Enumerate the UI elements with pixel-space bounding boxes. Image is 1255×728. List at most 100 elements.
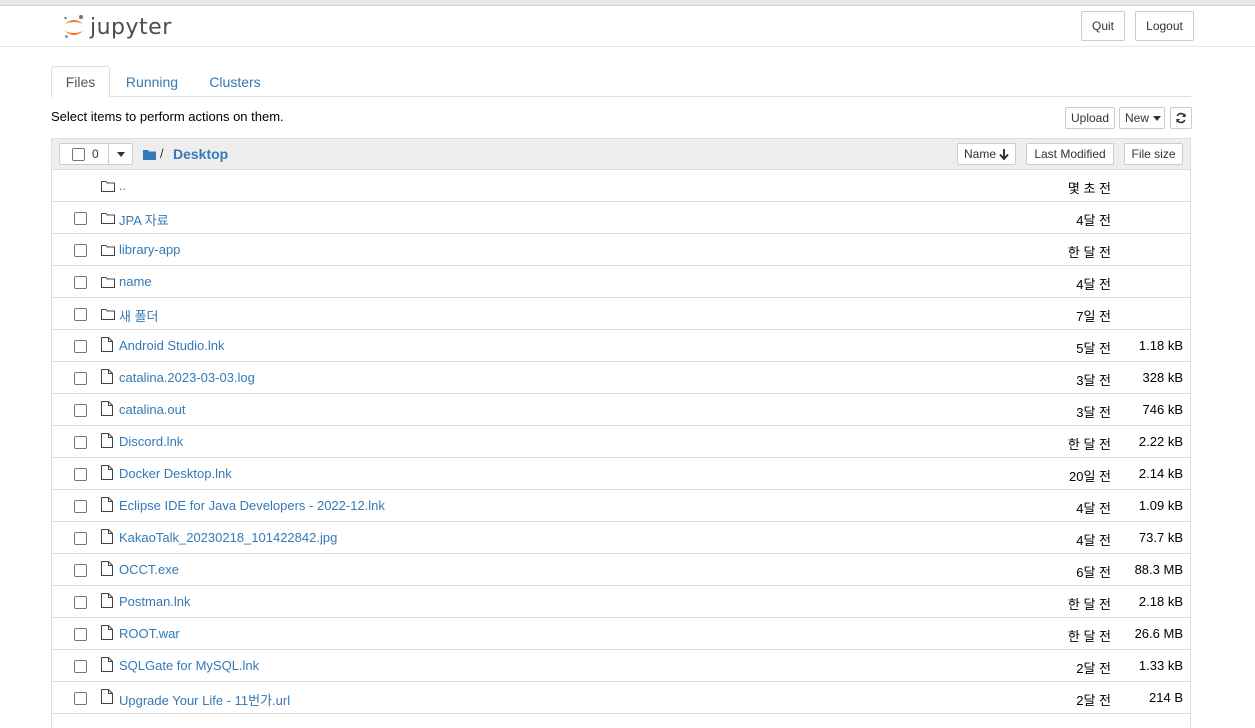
- item-name-link[interactable]: library-app: [119, 242, 180, 257]
- select-menu-toggle[interactable]: [109, 144, 132, 164]
- item-file-size: 2.22 kB: [1138, 434, 1183, 449]
- file-icon: [101, 657, 113, 675]
- item-file-size: 328 kB: [1142, 370, 1183, 385]
- item-last-modified: 한 달 전: [1067, 629, 1111, 644]
- row-checkbox[interactable]: [74, 212, 87, 225]
- upload-button[interactable]: Upload: [1065, 107, 1115, 129]
- row-checkbox[interactable]: [74, 468, 87, 481]
- row-checkbox[interactable]: [74, 308, 87, 321]
- item-name-link[interactable]: name: [119, 274, 152, 289]
- item-file-size: 2.14 kB: [1138, 466, 1183, 481]
- file-row[interactable]: Postman.lnk 한 달 전 2.18 kB: [52, 586, 1190, 618]
- sort-by-name-button[interactable]: Name: [957, 143, 1016, 165]
- item-last-modified: 4달 전: [1076, 213, 1111, 228]
- sort-by-size-button[interactable]: File size: [1124, 143, 1183, 165]
- caret-down-icon: [1153, 115, 1162, 121]
- item-name-link[interactable]: Upgrade Your Life - 11번가.url: [119, 690, 290, 709]
- row-checkbox[interactable]: [74, 244, 87, 257]
- item-last-modified: 3달 전: [1076, 405, 1111, 420]
- file-row[interactable]: Docker Desktop.lnk 20일 전 2.14 kB: [52, 458, 1190, 490]
- row-checkbox[interactable]: [74, 532, 87, 545]
- file-row[interactable]: KakaoTalk_20230218_101422842.jpg 4달 전 73.7…: [52, 522, 1190, 554]
- file-row[interactable]: Android Studio.lnk 5달 전 1.18 kB: [52, 330, 1190, 362]
- row-checkbox[interactable]: [74, 436, 87, 449]
- logout-button[interactable]: Logout: [1135, 11, 1194, 41]
- file-row[interactable]: Upgrade Your Life - 11번가.url 2달 전 214 B: [52, 682, 1190, 714]
- tab-clusters[interactable]: Clusters: [201, 66, 269, 97]
- folder-row[interactable]: name 4달 전: [52, 266, 1190, 298]
- item-file-size: 1.33 kB: [1138, 658, 1183, 673]
- item-name-link[interactable]: 새 폴더: [119, 306, 159, 325]
- row-checkbox[interactable]: [74, 628, 87, 641]
- row-checkbox[interactable]: [74, 340, 87, 353]
- item-last-modified: 2달 전: [1076, 661, 1111, 676]
- new-dropdown-button[interactable]: New: [1119, 107, 1165, 129]
- list-header: 0 / Desktop Name Last Modified File size: [52, 139, 1190, 170]
- file-row[interactable]: catalina.2023-03-03.log 3달 전 328 kB: [52, 362, 1190, 394]
- file-row[interactable]: OCCT.exe 6달 전 88.3 MB: [52, 554, 1190, 586]
- file-row[interactable]: Eclipse IDE for Java Developers - 2022-1…: [52, 490, 1190, 522]
- item-last-modified: 몇 초 전: [1067, 181, 1111, 196]
- item-name-link[interactable]: Eclipse IDE for Java Developers - 2022-1…: [119, 498, 385, 513]
- row-checkbox[interactable]: [74, 564, 87, 577]
- item-name-link[interactable]: ROOT.war: [119, 626, 180, 641]
- folder-icon: [101, 180, 115, 195]
- folder-row[interactable]: library-app 한 달 전: [52, 234, 1190, 266]
- file-icon: [101, 529, 113, 547]
- row-checkbox[interactable]: [74, 660, 87, 673]
- item-name-link[interactable]: Docker Desktop.lnk: [119, 466, 232, 481]
- file-row[interactable]: SQLGate for MySQL.lnk 2달 전 1.33 kB: [52, 650, 1190, 682]
- tab-running[interactable]: Running: [120, 66, 184, 97]
- item-last-modified: 4달 전: [1076, 533, 1111, 548]
- item-last-modified: 20일 전: [1069, 469, 1111, 484]
- file-row[interactable]: ROOT.war 한 달 전 26.6 MB: [52, 618, 1190, 650]
- folder-row[interactable]: JPA 자료 4달 전: [52, 202, 1190, 234]
- item-name-link[interactable]: catalina.out: [119, 402, 186, 417]
- new-button-label: New: [1125, 111, 1150, 125]
- folder-icon: [101, 308, 115, 323]
- file-icon: [101, 625, 113, 643]
- row-checkbox[interactable]: [74, 500, 87, 513]
- refresh-button[interactable]: [1170, 107, 1192, 129]
- item-last-modified: 4달 전: [1076, 501, 1111, 516]
- sort-by-modified-button[interactable]: Last Modified: [1026, 143, 1114, 165]
- file-row[interactable]: Discord.lnk 한 달 전 2.22 kB: [52, 426, 1190, 458]
- row-checkbox[interactable]: [74, 276, 87, 289]
- file-icon: [101, 593, 113, 611]
- tab-files[interactable]: Files: [51, 66, 110, 98]
- folder-home-icon[interactable]: [143, 148, 156, 163]
- item-name-link[interactable]: Postman.lnk: [119, 594, 191, 609]
- item-name-link[interactable]: Discord.lnk: [119, 434, 183, 449]
- select-all-checkbox[interactable]: [72, 148, 85, 161]
- folder-row[interactable]: 새 폴더 7일 전: [52, 298, 1190, 330]
- row-checkbox[interactable]: [74, 596, 87, 609]
- row-checkbox[interactable]: [74, 692, 87, 705]
- selection-tip: Select items to perform actions on them.: [51, 109, 284, 124]
- breadcrumb-separator: /: [160, 146, 164, 161]
- item-last-modified: 6달 전: [1076, 565, 1111, 580]
- item-file-size: 214 B: [1149, 690, 1183, 705]
- row-checkbox[interactable]: [74, 404, 87, 417]
- quit-button[interactable]: Quit: [1081, 11, 1125, 41]
- item-name-link[interactable]: JPA 자료: [119, 210, 169, 229]
- item-name-link[interactable]: catalina.2023-03-03.log: [119, 370, 255, 385]
- file-icon: [101, 337, 113, 355]
- breadcrumb-desktop[interactable]: Desktop: [173, 146, 228, 162]
- item-file-size: 746 kB: [1142, 402, 1183, 417]
- jupyter-logo-icon: [64, 15, 83, 39]
- logo-text: jupyter: [90, 14, 172, 40]
- jupyter-logo[interactable]: jupyter: [62, 12, 172, 42]
- file-icon: [101, 561, 113, 579]
- item-file-size: 1.18 kB: [1138, 338, 1183, 353]
- item-name-link[interactable]: OCCT.exe: [119, 562, 179, 577]
- tab-bar: Files Running Clusters: [51, 66, 1191, 98]
- row-checkbox[interactable]: [74, 372, 87, 385]
- item-name-link[interactable]: KakaoTalk_20230218_101422842.jpg: [119, 530, 337, 545]
- file-row[interactable]: catalina.out 3달 전 746 kB: [52, 394, 1190, 426]
- item-name-link[interactable]: Android Studio.lnk: [119, 338, 225, 353]
- item-name-link[interactable]: SQLGate for MySQL.lnk: [119, 658, 259, 673]
- item-last-modified: 한 달 전: [1067, 437, 1111, 452]
- folder-row[interactable]: .. 몇 초 전: [52, 170, 1190, 202]
- item-name-link[interactable]: ..: [119, 178, 126, 193]
- item-last-modified: 2달 전: [1076, 693, 1111, 708]
